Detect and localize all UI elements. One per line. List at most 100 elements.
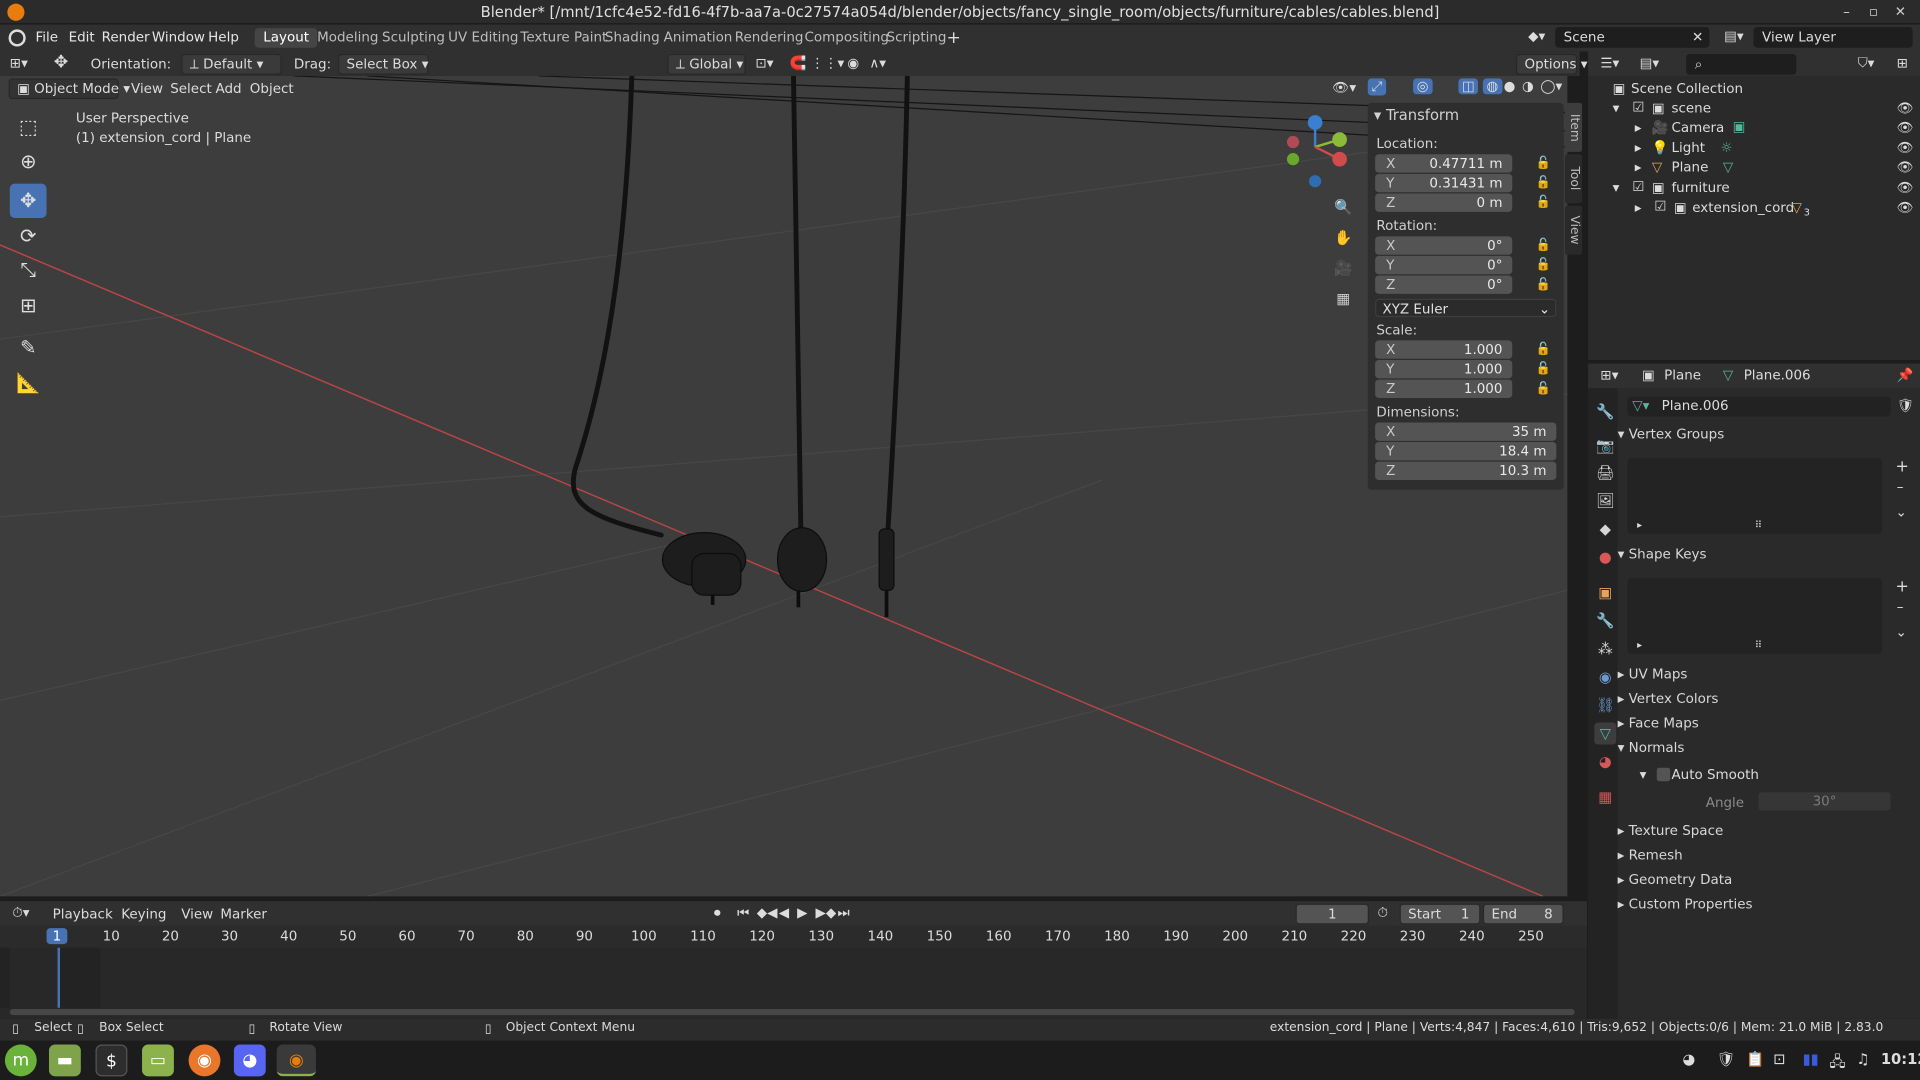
lock-icon[interactable]: 🔓 <box>1536 239 1551 252</box>
zoom-icon[interactable]: 🔍 <box>1332 196 1354 218</box>
xray-toggle-icon[interactable]: ◫ <box>1458 78 1479 95</box>
close-window-button[interactable]: ✕ <box>1891 2 1911 22</box>
collapse-arrow-icon[interactable]: ▾ <box>1640 767 1647 783</box>
annotate-tool-icon[interactable]: ✎ <box>10 331 47 365</box>
network-icon[interactable]: 🖧 <box>1829 1051 1845 1077</box>
expand-arrow-icon[interactable]: ▸ <box>1635 120 1642 136</box>
extension-cord[interactable] <box>570 75 910 556</box>
play-reverse-icon[interactable]: ◀ <box>779 905 789 921</box>
dimensions-z-field[interactable]: Z 10.3 m <box>1375 461 1557 481</box>
properties-editor-icon[interactable]: ⊞▾ <box>1600 367 1618 383</box>
remove-vertex-group-button[interactable]: – <box>1897 479 1904 495</box>
lock-icon[interactable]: 🔓 <box>1536 278 1551 291</box>
outliner-editor-icon[interactable]: ☰▾ <box>1600 55 1619 71</box>
expand-arrow-icon[interactable]: ▸ <box>1635 159 1642 175</box>
list-expand-icon[interactable]: ▸ <box>1637 639 1642 650</box>
rotate-tool-icon[interactable]: ⟳ <box>10 219 47 253</box>
outliner-row-scene[interactable]: ▾ ☑ ▣ scene 👁 <box>1588 98 1920 118</box>
orientation-dropdown[interactable]: ⟂ Default ▾ <box>181 53 282 75</box>
output-tab-icon[interactable]: 🖨 <box>1594 462 1616 484</box>
filter-icon[interactable]: ⛉▾ <box>1858 55 1875 72</box>
wireframe-shading-icon[interactable]: ◍ <box>1482 78 1502 95</box>
expand-arrow-icon[interactable]: ▾ <box>1613 180 1620 196</box>
sound-icon[interactable]: ♫ <box>1856 1051 1869 1068</box>
menu-window[interactable]: Window <box>152 29 205 45</box>
menu-file[interactable]: File <box>36 29 59 45</box>
add-workspace-icon[interactable]: + <box>947 28 961 48</box>
fake-user-shield-icon[interactable]: 🛡 <box>1897 398 1914 414</box>
vertex-group-menu-icon[interactable]: ⌄ <box>1896 504 1907 520</box>
select-box-tool-icon[interactable]: ⬚ <box>10 110 47 144</box>
menu-render[interactable]: Render <box>102 29 150 45</box>
marker-menu[interactable]: Marker <box>220 906 267 922</box>
light-data-icon[interactable]: ☼ <box>1720 140 1732 156</box>
eye-icon[interactable]: 👁 <box>1897 200 1914 216</box>
proportional-editing-icon[interactable]: ◉ <box>847 55 859 71</box>
outliner-row-light[interactable]: ▸ 💡 Light ☼ 👁 <box>1588 137 1920 157</box>
view-layer-icon[interactable]: ▤▾ <box>1724 28 1743 44</box>
move-tool-button-icon[interactable]: ✥ <box>9 183 47 218</box>
files-icon[interactable]: ▭ <box>142 1044 174 1077</box>
keyboard-layout-icon[interactable]: ▮▮ <box>1802 1051 1818 1068</box>
list-resize-handle-icon[interactable]: ⠿ <box>1755 519 1762 530</box>
viewport-menu-add[interactable]: Add <box>216 81 242 97</box>
rotation-y-field[interactable]: Y 0° <box>1375 255 1513 275</box>
viewport-menu-object[interactable]: Object <box>250 81 294 97</box>
jump-end-icon[interactable]: ⏭ <box>838 905 850 922</box>
discord-icon[interactable]: ◕ <box>233 1044 266 1077</box>
lock-icon[interactable]: 🔓 <box>1536 258 1551 271</box>
jump-keyframe-back-icon[interactable]: ◆◀ <box>757 905 778 921</box>
playhead-line[interactable] <box>57 947 61 1008</box>
rotation-x-field[interactable]: X 0° <box>1375 236 1513 255</box>
firefox-icon[interactable]: ◉ <box>188 1044 221 1077</box>
section-remesh[interactable]: ▸ Remesh <box>1618 847 1920 869</box>
play-icon[interactable]: ▶ <box>797 905 807 921</box>
eye-icon[interactable]: 👁 <box>1897 180 1914 196</box>
mesh-data-icon[interactable]: ▽▾ <box>1632 398 1649 414</box>
eye-icon[interactable]: 👁 <box>1897 140 1914 156</box>
close-icon[interactable]: ✕ <box>1692 29 1703 45</box>
lock-icon[interactable]: 🔓 <box>1536 196 1551 209</box>
section-vertex-colors[interactable]: ▸ Vertex Colors <box>1618 691 1920 713</box>
view-layer-tab-icon[interactable]: 🖼 <box>1594 490 1616 512</box>
section-custom-properties[interactable]: ▸ Custom Properties <box>1618 896 1920 918</box>
location-y-field[interactable]: Y 0.31431 m <box>1375 173 1513 193</box>
preview-range-icon[interactable]: ⏱ <box>1378 905 1389 922</box>
list-resize-handle-icon[interactable]: ⠿ <box>1755 639 1762 650</box>
snap-target-icon[interactable]: ⋮⋮▾ <box>811 55 845 71</box>
display-mode-icon[interactable]: ▤▾ <box>1640 55 1659 71</box>
transform-orientation-dropdown[interactable]: ⟂ Global ▾ <box>667 53 746 75</box>
eye-icon[interactable]: 👁 <box>1897 120 1914 136</box>
lock-icon[interactable]: 🔓 <box>1536 362 1551 375</box>
location-x-field[interactable]: X 0.47711 m <box>1375 154 1513 173</box>
timeline-view-menu[interactable]: View <box>181 906 213 922</box>
outliner-row-camera[interactable]: ▸ 🎥 Camera ▣ 👁 <box>1588 118 1920 138</box>
minimize-button[interactable]: – <box>1837 2 1857 22</box>
pan-hand-icon[interactable]: ✋ <box>1332 227 1354 249</box>
dimensions-y-field[interactable]: Y 18.4 m <box>1375 442 1557 461</box>
auto-smooth-checkbox[interactable] <box>1656 767 1671 782</box>
expand-arrow-icon[interactable]: ▾ <box>1613 100 1620 116</box>
menu-edit[interactable]: Edit <box>69 29 95 45</box>
angle-field[interactable]: 30° <box>1758 792 1891 811</box>
discord-tray-icon[interactable]: ◕ <box>1682 1051 1695 1068</box>
options-dropdown[interactable]: Options ▾ <box>1515 53 1588 75</box>
section-face-maps[interactable]: ▸ Face Maps <box>1618 715 1920 737</box>
gizmo-toggle-icon[interactable]: ⤢ <box>1367 78 1386 96</box>
material-shading-icon[interactable]: ◑ <box>1522 78 1534 94</box>
object-tab-icon[interactable]: ▣ <box>1594 582 1616 604</box>
modifier-tab-icon[interactable]: 🔧 <box>1594 610 1616 632</box>
add-vertex-group-button[interactable]: + <box>1896 458 1909 476</box>
outliner-row-extension-cord[interactable]: ▸ ☑ ▣ extension_cord ▽ 3 👁 <box>1588 197 1920 218</box>
material-tab-icon[interactable]: ◕ <box>1594 751 1616 773</box>
lock-icon[interactable]: 🔓 <box>1536 157 1551 170</box>
section-uv-maps[interactable]: ▸ UV Maps <box>1618 666 1920 688</box>
measure-tool-icon[interactable]: 📐 <box>10 366 47 400</box>
terminal-icon[interactable]: $ <box>95 1044 128 1077</box>
snap-icon[interactable]: 🧲 <box>790 55 807 71</box>
constraints-tab-icon[interactable]: ⛓ <box>1594 694 1616 716</box>
scale-tool-icon[interactable]: ⤡ <box>10 253 47 287</box>
texture-tab-icon[interactable]: ▦ <box>1594 786 1616 808</box>
viewport-menu-view[interactable]: View <box>131 81 163 97</box>
axis-gizmo-icon[interactable] <box>1281 113 1357 189</box>
